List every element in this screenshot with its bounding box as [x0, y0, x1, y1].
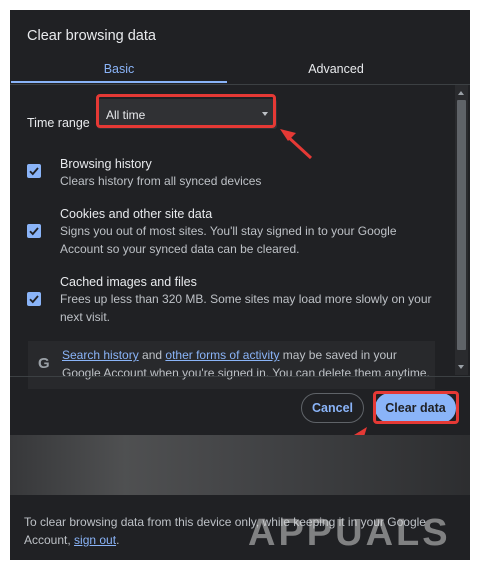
arrow-icon: [280, 129, 313, 160]
appuals-watermark: APPUALS: [248, 512, 451, 554]
sign-out-link[interactable]: sign out: [74, 533, 116, 547]
sign-out-note-end: .: [116, 533, 120, 547]
blurred-content: [10, 435, 470, 495]
